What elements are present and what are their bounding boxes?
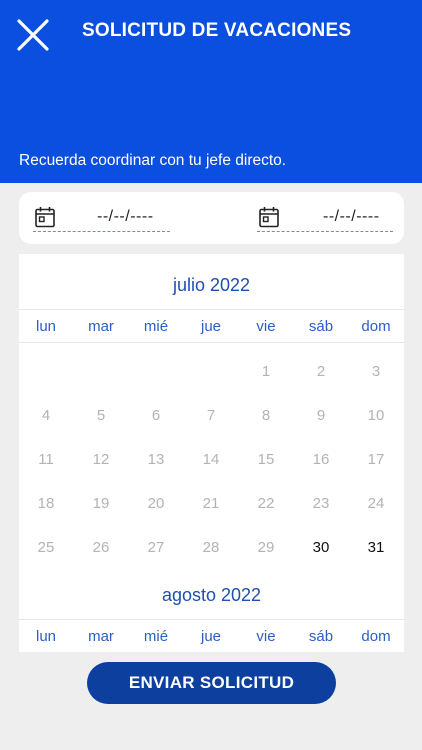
weekday-label: vie: [256, 628, 276, 645]
calendar-day[interactable]: 17: [356, 451, 396, 468]
calendar-day[interactable]: 20: [136, 495, 176, 512]
calendar-day[interactable]: 8: [246, 407, 286, 424]
calendar-day[interactable]: 1: [246, 363, 286, 380]
calendar-day[interactable]: 15: [246, 451, 286, 468]
weekday-label: dom: [361, 318, 391, 335]
weekday-label: dom: [361, 628, 391, 645]
weekday-label: vie: [256, 318, 276, 335]
calendar-day[interactable]: 5: [81, 407, 121, 424]
end-date-field[interactable]: --/--/----: [257, 202, 393, 232]
end-date-value: --/--/----: [323, 207, 380, 225]
weekday-label: jue: [200, 628, 222, 645]
close-icon: [17, 19, 49, 51]
calendar-day[interactable]: 29: [246, 539, 286, 556]
calendar-day[interactable]: 7: [191, 407, 231, 424]
month-title: julio 2022: [172, 275, 251, 295]
weekday-label: mar: [88, 628, 114, 645]
calendar-day[interactable]: 9: [301, 407, 341, 424]
weekday-label: lun: [35, 628, 57, 645]
calendar-day[interactable]: 24: [356, 495, 396, 512]
weekday-label: sáb: [308, 628, 334, 645]
calendar-day[interactable]: 14: [191, 451, 231, 468]
month-title: agosto 2022: [161, 585, 262, 605]
calendar-day[interactable]: 2: [301, 363, 341, 380]
weekday-row: lun mar mié jue vie sáb dom: [19, 309, 404, 343]
calendar-day[interactable]: 4: [26, 407, 66, 424]
weekday-label: jue: [200, 318, 222, 335]
start-date-field[interactable]: --/--/----: [33, 202, 170, 232]
weekday-label: mié: [143, 628, 169, 645]
calendar-day[interactable]: 23: [301, 495, 341, 512]
weekday-label: mié: [143, 318, 169, 335]
calendar-day[interactable]: 11: [26, 451, 66, 468]
calendar-day[interactable]: 12: [81, 451, 121, 468]
weekday-label: mar: [88, 318, 114, 335]
calendar-day[interactable]: 30: [301, 539, 341, 556]
close-button[interactable]: [14, 16, 52, 54]
calendar-scroll-view[interactable]: julio 2022 lun mar mié jue vie sáb dom 1 2 3 4 5 6 7 8 9…: [19, 254, 404, 652]
weekday-label: sáb: [308, 318, 334, 335]
calendar-day[interactable]: 6: [136, 407, 176, 424]
calendar-day[interactable]: 22: [246, 495, 286, 512]
calendar-day[interactable]: 25: [26, 539, 66, 556]
calendar-day[interactable]: 10: [356, 407, 396, 424]
calendar-day[interactable]: 3: [356, 363, 396, 380]
submit-request-button[interactable]: ENVIAR SOLICITUD: [87, 662, 336, 704]
calendar-day[interactable]: 28: [191, 539, 231, 556]
calendar-day[interactable]: 21: [191, 495, 231, 512]
weekday-label: lun: [35, 318, 57, 335]
calendar-icon: [259, 206, 279, 227]
calendar-icon: [35, 206, 55, 227]
calendar-day[interactable]: 18: [26, 495, 66, 512]
start-date-value: --/--/----: [97, 207, 154, 225]
header-bar: SOLICITUD DE VACACIONES Recuerda coordin…: [0, 0, 422, 183]
calendar-day[interactable]: 26: [81, 539, 121, 556]
calendar-day[interactable]: 13: [136, 451, 176, 468]
calendar-day[interactable]: 31: [356, 539, 396, 556]
calendar-day[interactable]: 27: [136, 539, 176, 556]
weekday-row: lun mar mié jue vie sáb dom: [19, 619, 404, 652]
calendar-day[interactable]: 16: [301, 451, 341, 468]
calendar-day[interactable]: 19: [81, 495, 121, 512]
header-subtitle: Recuerda coordinar con tu jefe directo.: [19, 152, 287, 169]
date-range-card: --/--/---- --/--/----: [19, 192, 404, 244]
page-title: SOLICITUD DE VACACIONES: [82, 20, 352, 41]
